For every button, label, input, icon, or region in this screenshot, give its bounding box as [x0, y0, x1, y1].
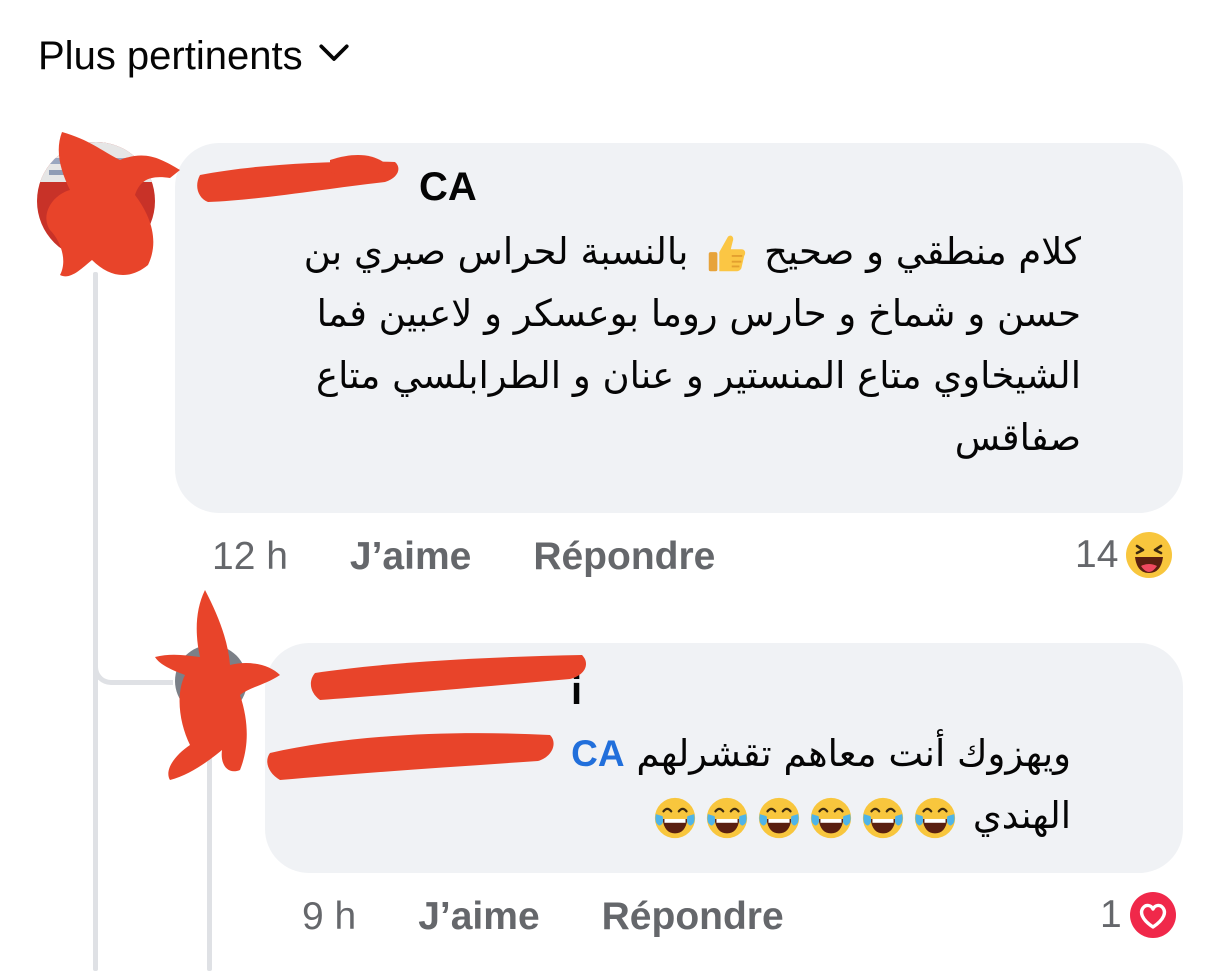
reply-author-visible: i: [571, 669, 583, 713]
reply-reaction-count: 1: [1100, 893, 1122, 936]
tears-of-joy-icon: [808, 795, 854, 841]
reply-text-line2: الهندي: [972, 794, 1071, 837]
comment-bubble: CA كلام منطقي و صحيح بالنسبة لحراس صبري …: [175, 143, 1183, 513]
tears-of-joy-icon: [652, 795, 698, 841]
tears-of-joy-icon: [704, 795, 750, 841]
comment-time[interactable]: 12 h: [212, 535, 288, 579]
tears-of-joy-icon: [860, 795, 906, 841]
thumbs-up-icon: [703, 231, 749, 277]
reply-like-button[interactable]: J’aime: [418, 895, 539, 939]
reply-avatar[interactable]: [175, 645, 247, 717]
mention-link[interactable]: CA: [331, 733, 624, 774]
love-icon: [1128, 890, 1178, 940]
reaction-count: 14: [1075, 533, 1119, 576]
avatar[interactable]: [37, 142, 155, 260]
comment-text-start: كلام منطقي و صحيح: [764, 230, 1081, 273]
comment-text: كلام منطقي و صحيح بالنسبة لحراس صبري بن …: [211, 221, 1081, 469]
tears-of-joy-icon: [756, 795, 802, 841]
thread-connector: [93, 600, 173, 685]
reply-text: ويهزوك أنت معاهم تقشرلهم CA الهندي: [301, 723, 1071, 847]
reaction-summary[interactable]: 14: [1075, 528, 1174, 582]
haha-icon: [1124, 530, 1174, 580]
comment-author[interactable]: CA: [209, 165, 477, 209]
sort-dropdown[interactable]: Plus pertinents: [38, 28, 351, 84]
reply-thread-line: [207, 722, 212, 971]
reply-text-main: ويهزوك أنت معاهم تقشرلهم: [636, 732, 1071, 775]
chevron-down-icon: [317, 34, 351, 79]
reply-reply-button[interactable]: Répondre: [602, 895, 784, 939]
reply-button[interactable]: Répondre: [533, 535, 715, 579]
tears-of-joy-icon: [912, 795, 958, 841]
tears-emoji-group: [649, 794, 961, 838]
reply-bubble: i ويهزوك أنت معاهم تقشرلهم CA الهندي: [265, 643, 1183, 873]
reply-meta: 9 h J’aime Répondre: [302, 890, 846, 944]
reply-time[interactable]: 9 h: [302, 895, 356, 939]
reply-author[interactable]: i: [301, 669, 582, 713]
like-button[interactable]: J’aime: [350, 535, 471, 579]
reply-reaction-summary[interactable]: 1: [1100, 888, 1178, 942]
author-name-visible: CA: [419, 165, 477, 209]
sort-label: Plus pertinents: [38, 33, 303, 78]
comment-meta: 12 h J’aime Répondre: [212, 530, 777, 584]
